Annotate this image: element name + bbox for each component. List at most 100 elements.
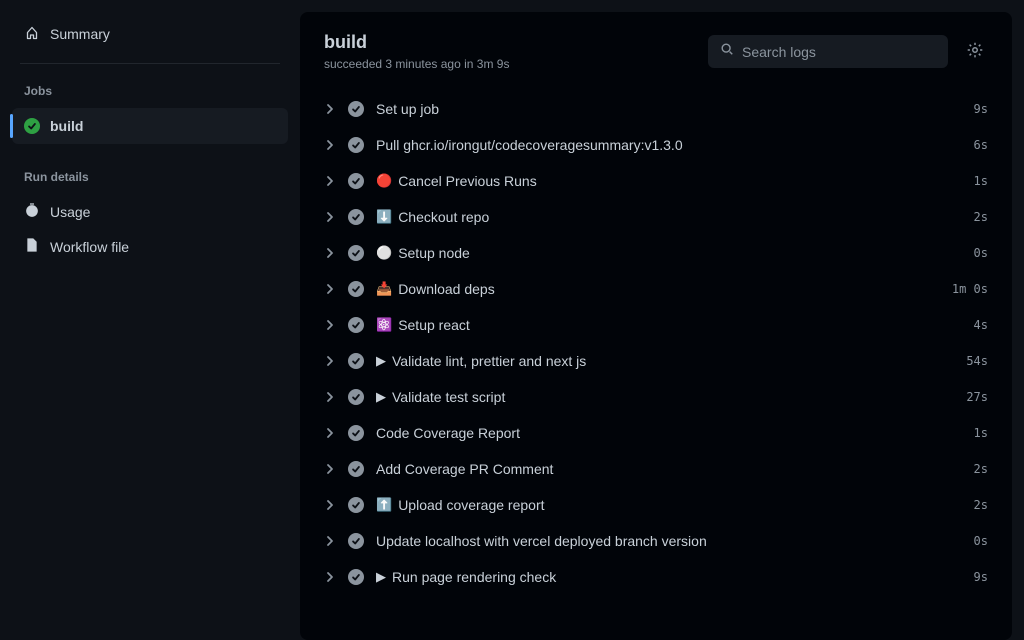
sidebar-usage[interactable]: Usage (12, 194, 288, 229)
log-panel: build succeeded 3 minutes ago in 3m 9s (300, 12, 1012, 640)
step-emoji: ⚛️ (376, 317, 392, 333)
step-row[interactable]: Pull ghcr.io/irongut/codecoveragesummary… (308, 127, 1004, 163)
step-emoji: 📥 (376, 281, 392, 297)
check-icon (348, 137, 364, 153)
sidebar-job-build[interactable]: build (12, 108, 288, 144)
check-icon (348, 425, 364, 441)
check-icon (348, 209, 364, 225)
step-label: Pull ghcr.io/irongut/codecoveragesummary… (376, 137, 962, 153)
check-icon (348, 245, 364, 261)
check-icon (348, 533, 364, 549)
chevron-right-icon (324, 175, 336, 187)
usage-label: Usage (50, 204, 90, 220)
gear-icon (966, 47, 984, 62)
panel-header: build succeeded 3 minutes ago in 3m 9s (300, 12, 1012, 91)
step-row[interactable]: ⬇️Checkout repo 2s (308, 199, 1004, 235)
step-duration: 1s (974, 174, 988, 188)
chevron-right-icon (324, 427, 336, 439)
check-icon (348, 101, 364, 117)
search-icon (720, 42, 734, 61)
workflow-label: Workflow file (50, 239, 129, 255)
sidebar-summary-label: Summary (50, 26, 110, 42)
step-duration: 2s (974, 498, 988, 512)
step-emoji: ⬇️ (376, 209, 392, 225)
step-row[interactable]: Update localhost with vercel deployed br… (308, 523, 1004, 559)
step-duration: 54s (966, 354, 988, 368)
chevron-right-icon (324, 355, 336, 367)
chevron-right-icon (324, 319, 336, 331)
step-row[interactable]: 🔴Cancel Previous Runs 1s (308, 163, 1004, 199)
chevron-right-icon (324, 535, 336, 547)
step-label: Update localhost with vercel deployed br… (376, 533, 962, 549)
chevron-right-icon (324, 211, 336, 223)
step-row[interactable]: ▶Validate lint, prettier and next js 54s (308, 343, 1004, 379)
step-duration: 0s (974, 534, 988, 548)
panel-actions (708, 35, 988, 68)
step-row[interactable]: ▶Run page rendering check 9s (308, 559, 1004, 595)
job-name: build (50, 118, 83, 134)
chevron-right-icon (324, 571, 336, 583)
sidebar-workflow-file[interactable]: Workflow file (12, 229, 288, 264)
step-row[interactable]: Set up job 9s (308, 91, 1004, 127)
check-icon (348, 461, 364, 477)
settings-button[interactable] (962, 37, 988, 66)
step-row[interactable]: 📥Download deps1m 0s (308, 271, 1004, 307)
panel-title-block: build succeeded 3 minutes ago in 3m 9s (324, 32, 509, 71)
file-icon (24, 237, 40, 256)
step-emoji: ▶ (376, 353, 386, 369)
chevron-right-icon (324, 247, 336, 259)
step-duration: 2s (974, 210, 988, 224)
step-row[interactable]: ⚛️Setup react 4s (308, 307, 1004, 343)
chevron-right-icon (324, 463, 336, 475)
step-duration: 9s (974, 102, 988, 116)
step-emoji: ▶ (376, 389, 386, 405)
step-row[interactable]: ▶Validate test script 27s (308, 379, 1004, 415)
step-row[interactable]: ⚪Setup node 0s (308, 235, 1004, 271)
jobs-heading: Jobs (12, 76, 288, 108)
sidebar-summary[interactable]: Summary (12, 16, 288, 51)
page-title: build (324, 32, 509, 53)
step-label: ▶Run page rendering check (376, 569, 962, 585)
step-duration: 2s (974, 462, 988, 476)
step-row[interactable]: ⬆️Upload coverage report 2s (308, 487, 1004, 523)
check-icon (348, 173, 364, 189)
step-label: ⚪Setup node (376, 245, 962, 261)
step-duration: 0s (974, 246, 988, 260)
chevron-right-icon (324, 499, 336, 511)
step-label: ⬆️Upload coverage report (376, 497, 962, 513)
step-row[interactable]: Code Coverage Report1s (308, 415, 1004, 451)
check-icon (348, 497, 364, 513)
check-icon (348, 317, 364, 333)
chevron-right-icon (324, 139, 336, 151)
step-duration: 9s (974, 570, 988, 584)
step-duration: 4s (974, 318, 988, 332)
sidebar: Summary Jobs build Run details Usage Wor… (0, 0, 300, 640)
step-label: Set up job (376, 101, 962, 117)
check-icon (348, 389, 364, 405)
stopwatch-icon (24, 202, 40, 221)
chevron-right-icon (324, 391, 336, 403)
check-icon (348, 569, 364, 585)
step-row[interactable]: Add Coverage PR Comment2s (308, 451, 1004, 487)
step-emoji: ⬆️ (376, 497, 392, 513)
main-content: build succeeded 3 minutes ago in 3m 9s (300, 0, 1024, 640)
check-icon (24, 118, 40, 134)
chevron-right-icon (324, 103, 336, 115)
status-line: succeeded 3 minutes ago in 3m 9s (324, 57, 509, 71)
step-label: ⚛️Setup react (376, 317, 962, 333)
home-icon (24, 24, 40, 43)
step-label: ▶Validate test script (376, 389, 954, 405)
step-label: ⬇️Checkout repo (376, 209, 962, 225)
step-emoji: ⚪ (376, 245, 392, 261)
search-input[interactable] (742, 44, 936, 60)
step-duration: 6s (974, 138, 988, 152)
chevron-right-icon (324, 283, 336, 295)
step-emoji: 🔴 (376, 173, 392, 189)
step-label: 🔴Cancel Previous Runs (376, 173, 962, 189)
sidebar-divider (20, 63, 280, 64)
step-duration: 1m 0s (952, 282, 988, 296)
step-duration: 27s (966, 390, 988, 404)
steps-list: Set up job 9s Pull ghcr.io/irongut/codecov… (300, 91, 1012, 640)
step-label: ▶Validate lint, prettier and next js (376, 353, 954, 369)
search-box[interactable] (708, 35, 948, 68)
